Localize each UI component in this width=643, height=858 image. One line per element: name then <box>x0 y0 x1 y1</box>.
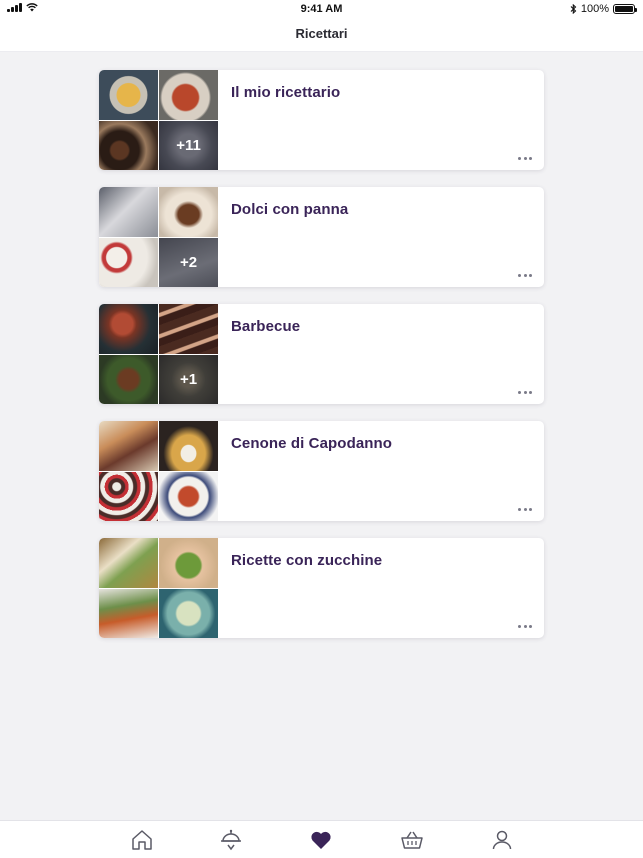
recipe-thumbnail <box>159 421 218 471</box>
cookbook-title: Ricette con zucchine <box>231 552 383 569</box>
more-recipes-count: +2 <box>159 237 218 287</box>
recipe-thumbnail <box>159 471 218 521</box>
cookbook-title: Il mio ricettario <box>231 84 341 101</box>
tab-shopping[interactable] <box>400 828 424 852</box>
cookbook-thumbnails: +2 <box>99 187 218 287</box>
cookbook-list: +11 Il mio ricettario +2 Dolci con panna… <box>99 70 544 655</box>
more-options-icon[interactable] <box>518 390 532 394</box>
more-recipes-count: +1 <box>159 354 218 404</box>
bluetooth-icon <box>570 4 577 14</box>
tab-recipes[interactable] <box>219 828 243 852</box>
cookbook-thumbnails <box>99 538 218 638</box>
cookbook-title: Cenone di Capodanno <box>231 435 393 452</box>
chef-hat-icon <box>221 829 241 851</box>
cookbook-title: Dolci con panna <box>231 201 349 218</box>
more-options-icon[interactable] <box>518 624 532 628</box>
navigation-bar: Ricettari <box>0 18 643 52</box>
cookbook-card[interactable]: +2 Dolci con panna <box>99 187 544 287</box>
tab-profile[interactable] <box>490 828 514 852</box>
tab-favorites[interactable] <box>309 828 333 852</box>
recipe-thumbnail <box>159 187 218 237</box>
cookbook-title: Barbecue <box>231 318 301 335</box>
more-recipes-count: +11 <box>159 120 218 170</box>
status-right: 100% <box>570 3 637 15</box>
recipe-thumbnail <box>99 538 158 588</box>
recipe-thumbnail <box>99 70 158 120</box>
recipe-thumbnail <box>99 187 158 237</box>
battery-icon <box>613 4 637 14</box>
cookbook-card[interactable]: +11 Il mio ricettario <box>99 70 544 170</box>
profile-icon <box>492 830 512 850</box>
recipe-thumbnail <box>99 237 158 287</box>
tab-home[interactable] <box>130 828 154 852</box>
cookbook-card[interactable]: +1 Barbecue <box>99 304 544 404</box>
recipe-thumbnail <box>99 304 158 354</box>
recipe-thumbnail: +2 <box>159 237 218 287</box>
more-options-icon[interactable] <box>518 273 532 277</box>
home-icon <box>132 830 152 850</box>
status-time: 9:41 AM <box>300 3 343 15</box>
cookbook-card[interactable]: Ricette con zucchine <box>99 538 544 638</box>
recipe-thumbnail <box>99 421 158 471</box>
cookbook-thumbnails: +11 <box>99 70 218 170</box>
recipe-thumbnail: +1 <box>159 354 218 404</box>
page-title: Ricettari <box>295 26 348 41</box>
battery-percent: 100% <box>580 3 609 15</box>
recipe-thumbnail <box>159 538 218 588</box>
tab-bar <box>0 820 643 858</box>
heart-icon <box>311 831 331 849</box>
recipe-thumbnail <box>99 354 158 404</box>
recipe-thumbnail <box>99 471 158 521</box>
more-options-icon[interactable] <box>518 507 532 511</box>
cookbook-thumbnails <box>99 421 218 521</box>
cookbook-thumbnails: +1 <box>99 304 218 404</box>
cookbook-card[interactable]: Cenone di Capodanno <box>99 421 544 521</box>
recipe-thumbnail: +11 <box>159 120 218 170</box>
recipe-thumbnail <box>159 304 218 354</box>
recipe-thumbnail <box>99 588 158 638</box>
recipe-thumbnail <box>159 70 218 120</box>
status-bar: 9:41 AM 100% <box>0 0 643 18</box>
basket-icon <box>401 831 423 849</box>
recipe-thumbnail <box>159 588 218 638</box>
recipe-thumbnail <box>99 120 158 170</box>
more-options-icon[interactable] <box>518 156 532 160</box>
